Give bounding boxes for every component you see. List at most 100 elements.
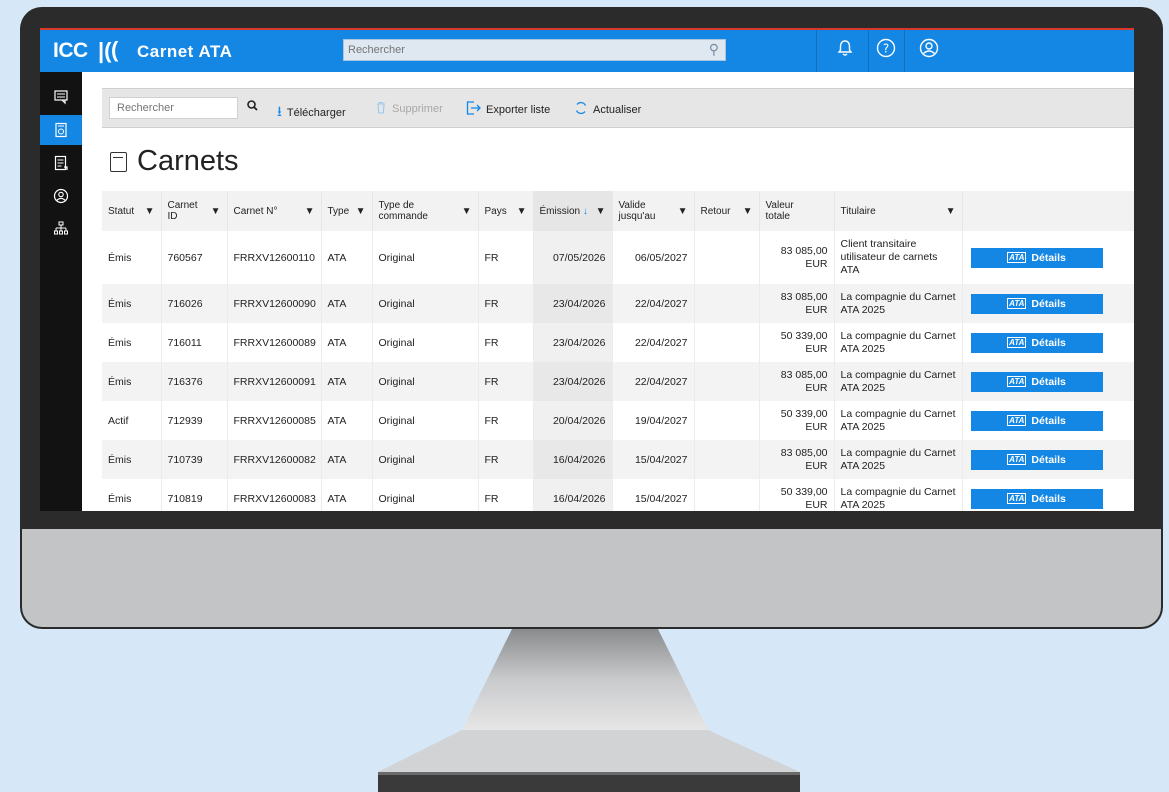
filter-icon[interactable]: ▼ <box>356 206 366 217</box>
download-icon: ⭳ <box>277 103 282 119</box>
cell-type-commande: Original <box>372 323 479 362</box>
column-header-carnet-id[interactable]: Carnet ID ▼ <box>161 191 228 231</box>
cell-retour <box>694 284 760 323</box>
export-icon <box>466 101 481 118</box>
details-button[interactable]: ATA Détails <box>970 332 1103 353</box>
details-button[interactable]: ATA Détails <box>970 371 1103 392</box>
header-search[interactable]: ⚲ <box>343 39 726 61</box>
column-header-type[interactable]: Type ▼ <box>321 191 373 231</box>
export-list-button[interactable]: Exporter liste <box>466 101 550 118</box>
filter-icon[interactable]: ▼ <box>743 206 753 217</box>
cell-carnet-no: FRRXV12600090 <box>227 284 322 323</box>
table-row[interactable]: Actif 712939 FRRXV12600085 ATA Original … <box>102 401 1134 440</box>
cell-statut: Émis <box>102 479 162 511</box>
svg-text:?: ? <box>883 42 889 56</box>
table-row[interactable]: Émis 710739 FRRXV12600082 ATA Original F… <box>102 440 1134 479</box>
help-icon[interactable]: ? <box>873 38 899 64</box>
cell-actions: ATA Détails <box>962 479 1134 511</box>
header-divider <box>868 30 869 72</box>
filter-icon[interactable]: ▼ <box>946 206 956 217</box>
column-header-emission[interactable]: Émission ↓ ▼ <box>533 191 613 231</box>
cell-type-commande: Original <box>372 231 479 284</box>
table-row[interactable]: Émis 716011 FRRXV12600089 ATA Original F… <box>102 323 1134 362</box>
sidebar-item-documents[interactable] <box>40 148 82 178</box>
user-icon <box>53 188 69 204</box>
cell-carnet-no: FRRXV12600110 <box>227 231 322 284</box>
column-header-statut[interactable]: Statut ▼ <box>102 191 162 231</box>
details-button[interactable]: ATA Détails <box>970 247 1103 268</box>
table-row[interactable]: Émis 760567 FRRXV12600110 ATA Original F… <box>102 231 1134 284</box>
refresh-icon <box>574 101 588 118</box>
cell-carnet-no: FRRXV12600083 <box>227 479 322 511</box>
cell-retour <box>694 323 760 362</box>
sidebar-item-messages[interactable] <box>40 82 82 112</box>
cell-valeur: 83 085,00 EUR <box>759 440 835 479</box>
filter-icon[interactable]: ▼ <box>305 206 315 217</box>
filter-icon[interactable]: ▼ <box>462 206 472 217</box>
cell-valeur: 50 339,00 EUR <box>759 401 835 440</box>
header-search-input[interactable] <box>348 40 688 60</box>
filter-icon[interactable]: ▼ <box>145 206 155 217</box>
column-header-type-commande[interactable]: Type de commande ▼ <box>372 191 479 231</box>
cell-emission: 23/04/2026 <box>533 323 613 362</box>
cell-titulaire: La compagnie du Carnet ATA 2025 <box>834 323 963 362</box>
details-button[interactable]: ATA Détails <box>970 410 1103 431</box>
cell-titulaire: Client transitaire utilisateur de carnet… <box>834 231 963 284</box>
filter-icon[interactable]: ▼ <box>596 206 606 217</box>
table-row[interactable]: Émis 710819 FRRXV12600083 ATA Original F… <box>102 479 1134 511</box>
cell-type-commande: Original <box>372 440 479 479</box>
table-header-row: Statut ▼ Carnet ID ▼ Carnet N° ▼ Type ▼ Type … <box>102 191 1134 231</box>
cell-type: ATA <box>321 440 373 479</box>
trash-icon <box>375 101 387 117</box>
search-icon[interactable]: ⚲ <box>709 41 719 58</box>
column-header-retour[interactable]: Retour ▼ <box>694 191 760 231</box>
filter-icon[interactable]: ▼ <box>517 206 527 217</box>
column-header-titulaire[interactable]: Titulaire ▼ <box>834 191 963 231</box>
cell-carnet-id: 712939 <box>161 401 228 440</box>
header-divider <box>816 30 817 72</box>
sort-descending-icon[interactable]: ↓ <box>583 206 588 217</box>
cell-carnet-no: FRRXV12600085 <box>227 401 322 440</box>
cell-carnet-no: FRRXV12600091 <box>227 362 322 401</box>
cell-valeur: 83 085,00 EUR <box>759 231 835 284</box>
carnets-table: Statut ▼ Carnet ID ▼ Carnet N° ▼ Type ▼ Type … <box>102 191 1134 511</box>
column-header-valide[interactable]: Valide jusqu'au ▼ <box>612 191 695 231</box>
sidebar-item-organisation[interactable] <box>40 214 82 244</box>
carnet-icon <box>55 122 67 138</box>
ata-icon: ATA <box>1007 493 1027 504</box>
download-button[interactable]: ⭳ Télécharger <box>277 101 346 125</box>
cell-titulaire: La compagnie du Carnet ATA 2025 <box>834 362 963 401</box>
ata-icon: ATA <box>1007 337 1027 348</box>
org-chart-icon <box>54 221 68 235</box>
table-row[interactable]: Émis 716376 FRRXV12600091 ATA Original F… <box>102 362 1134 401</box>
details-button[interactable]: ATA Détails <box>970 488 1103 509</box>
cell-titulaire: La compagnie du Carnet ATA 2025 <box>834 479 963 511</box>
toolbar-search-input[interactable] <box>109 97 238 119</box>
cell-type: ATA <box>321 362 373 401</box>
cell-actions: ATA Détails <box>962 362 1134 401</box>
cell-valide: 15/04/2027 <box>612 440 695 479</box>
cell-valide: 22/04/2027 <box>612 362 695 401</box>
column-header-carnet-no[interactable]: Carnet N° ▼ <box>227 191 322 231</box>
column-header-valeur[interactable]: Valeur totale <box>759 191 835 231</box>
details-button[interactable]: ATA Détails <box>970 449 1103 470</box>
sidebar-item-users[interactable] <box>40 181 82 211</box>
filter-icon[interactable]: ▼ <box>678 206 688 217</box>
cell-emission: 16/04/2026 <box>533 440 613 479</box>
notifications-bell-icon[interactable] <box>832 38 858 64</box>
document-list-icon <box>54 155 68 171</box>
user-account-icon[interactable] <box>916 38 942 64</box>
sidebar-item-carnets[interactable] <box>40 115 82 145</box>
search-icon[interactable] <box>247 99 258 114</box>
icc-logo-arc-icon: ( <box>111 37 119 62</box>
refresh-button[interactable]: Actualiser <box>574 101 641 118</box>
column-header-pays[interactable]: Pays ▼ <box>478 191 534 231</box>
filter-icon[interactable]: ▼ <box>211 206 221 217</box>
cell-emission: 16/04/2026 <box>533 479 613 511</box>
toolbar: ⭳ Télécharger Supprimer Exporter liste A… <box>102 88 1134 128</box>
table-row[interactable]: Émis 716026 FRRXV12600090 ATA Original F… <box>102 284 1134 323</box>
delete-button[interactable]: Supprimer <box>375 101 443 117</box>
chat-icon <box>54 90 68 105</box>
cell-valide: 22/04/2027 <box>612 284 695 323</box>
details-button[interactable]: ATA Détails <box>970 293 1103 314</box>
